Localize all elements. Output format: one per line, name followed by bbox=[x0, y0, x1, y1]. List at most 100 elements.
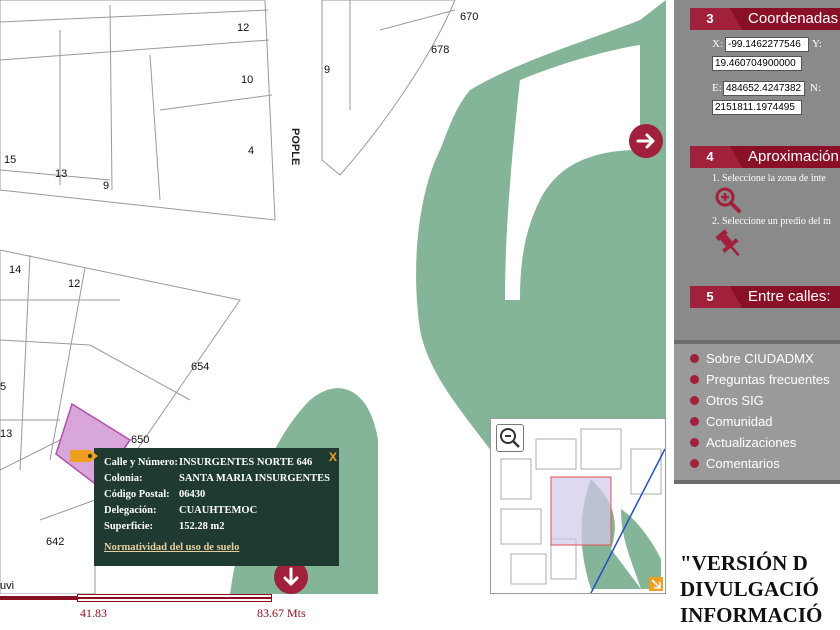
lot-number: 13 bbox=[0, 428, 12, 440]
lot-number: 9 bbox=[324, 64, 330, 76]
section-number: 5 bbox=[690, 286, 730, 308]
bullet-icon bbox=[690, 459, 699, 468]
version-line: DIVULGACIÓ bbox=[680, 577, 819, 601]
scale-segment bbox=[0, 596, 77, 600]
link-comments[interactable]: Comentarios bbox=[690, 455, 780, 473]
y-label: Y: bbox=[812, 38, 822, 50]
scale-bar: 41.83 83.67 Mts bbox=[0, 594, 666, 630]
link-label: Comentarios bbox=[706, 456, 780, 471]
lot-number: 678 bbox=[431, 44, 449, 56]
select-lot-button[interactable] bbox=[712, 228, 746, 265]
info-value: CUAUHTEMOC bbox=[179, 505, 258, 516]
land-use-link[interactable]: Normatividad del uso de suelo bbox=[104, 542, 239, 553]
lot-number: 650 bbox=[131, 434, 149, 446]
zoom-out-icon bbox=[500, 428, 520, 448]
info-row: Superficie: 152.28 m2 bbox=[104, 521, 330, 538]
approx-step-2: 2. Seleccione un predio del m bbox=[712, 216, 831, 227]
tag-icon bbox=[70, 450, 98, 462]
arrow-right-icon bbox=[636, 133, 655, 149]
lot-number: 12 bbox=[68, 278, 80, 290]
street-label: POPLE bbox=[289, 128, 301, 165]
info-value: INSURGENTES NORTE 646 bbox=[179, 457, 313, 468]
site-links: Sobre CIUDADMX Preguntas frecuentes Otro… bbox=[674, 340, 840, 484]
section-coordinates-header[interactable]: 3 Coordenadas bbox=[690, 8, 840, 30]
arrow-down-right-icon bbox=[651, 579, 661, 589]
info-row: Código Postal: 06430 bbox=[104, 489, 330, 506]
link-label: Sobre CIUDADMX bbox=[706, 351, 814, 366]
lot-info-popup: X Calle y Número: INSURGENTES NORTE 646 C… bbox=[70, 448, 339, 566]
zoom-area-button[interactable] bbox=[714, 186, 742, 219]
bullet-icon bbox=[690, 438, 699, 447]
lot-info-table: Calle y Número: INSURGENTES NORTE 646 Col… bbox=[104, 457, 330, 538]
section-number: 3 bbox=[690, 8, 730, 30]
pushpin-icon bbox=[715, 229, 740, 257]
section-title: Coordenadas bbox=[748, 10, 839, 27]
lot-number: 654 bbox=[191, 361, 209, 373]
lot-number: 15 bbox=[4, 154, 16, 166]
section-streets-header[interactable]: 5 Entre calles: bbox=[690, 286, 840, 308]
section-title: Entre calles: bbox=[748, 288, 831, 305]
bullet-icon bbox=[690, 354, 699, 363]
info-row: Colonia: SANTA MARIA INSURGENTES bbox=[104, 473, 330, 490]
version-line: "VERSIÓN D bbox=[680, 551, 808, 575]
block-north-west bbox=[0, 0, 276, 221]
map-view[interactable]: 670 678 12 10 9 4 15 13 9 14 12 654 5 65… bbox=[0, 0, 666, 594]
scale-mid-label: 41.83 bbox=[80, 606, 107, 620]
map-edge-label: uvi bbox=[0, 580, 14, 592]
overview-toggle-button[interactable] bbox=[649, 577, 663, 591]
n-coordinate-input[interactable]: 2151811.1974495 bbox=[712, 100, 802, 115]
e-label: E: bbox=[712, 82, 722, 94]
info-value: SANTA MARIA INSURGENTES bbox=[179, 473, 330, 484]
bullet-icon bbox=[690, 417, 699, 426]
n-label: N: bbox=[810, 82, 821, 94]
version-line: INFORMACIÓ bbox=[680, 603, 823, 627]
overview-map[interactable] bbox=[490, 418, 666, 594]
info-key: Delegación: bbox=[104, 505, 157, 516]
lot-number: 670 bbox=[460, 11, 478, 23]
x-coordinate-input[interactable]: -99.1462277546 bbox=[725, 37, 809, 52]
e-coordinate-input[interactable]: 484652.4247382 bbox=[723, 81, 805, 96]
section-title: Aproximación bbox=[748, 148, 839, 165]
link-updates[interactable]: Actualizaciones bbox=[690, 434, 796, 452]
lot-number: 4 bbox=[248, 145, 254, 157]
link-label: Comunidad bbox=[706, 414, 773, 429]
version-text: "VERSIÓN D DIVULGACIÓ INFORMACIÓ bbox=[680, 550, 840, 628]
lot-number: 12 bbox=[237, 22, 249, 34]
info-value: 152.28 m2 bbox=[179, 521, 225, 532]
info-key: Colonia: bbox=[104, 473, 143, 484]
link-other-sig[interactable]: Otros SIG bbox=[690, 392, 764, 410]
y-coordinate-input[interactable]: 19.460704900000 bbox=[712, 56, 802, 71]
bullet-icon bbox=[690, 375, 699, 384]
scale-end-label: 83.67 Mts bbox=[257, 606, 306, 620]
link-community[interactable]: Comunidad bbox=[690, 413, 773, 431]
info-value: 06430 bbox=[179, 489, 206, 500]
info-key: Superficie: bbox=[104, 521, 153, 532]
lot-number: 642 bbox=[46, 536, 64, 548]
link-about[interactable]: Sobre CIUDADMX bbox=[690, 350, 814, 368]
section-approximation-header[interactable]: 4 Aproximación bbox=[690, 146, 840, 168]
lot-number: 10 bbox=[241, 74, 253, 86]
lot-number: 9 bbox=[103, 180, 109, 192]
info-key: Calle y Número: bbox=[104, 457, 178, 468]
lot-number: 13 bbox=[55, 168, 67, 180]
pan-right-button[interactable] bbox=[629, 124, 663, 158]
info-row: Calle y Número: INSURGENTES NORTE 646 bbox=[104, 457, 330, 474]
link-label: Otros SIG bbox=[706, 393, 764, 408]
zoom-out-button[interactable] bbox=[496, 424, 524, 452]
section-number: 4 bbox=[690, 146, 730, 168]
version-notice: "VERSIÓN D DIVULGACIÓ INFORMACIÓ bbox=[674, 484, 840, 630]
sidebar: 3 Coordenadas X: -99.1462277546 Y: 19.46… bbox=[674, 0, 840, 630]
popup-close-button[interactable]: X bbox=[329, 450, 337, 464]
scale-segment bbox=[77, 594, 272, 602]
lot-number: 5 bbox=[0, 381, 6, 393]
panel-divider bbox=[666, 0, 674, 630]
link-label: Actualizaciones bbox=[706, 435, 797, 450]
zoom-in-icon bbox=[715, 187, 741, 213]
x-label: X: bbox=[712, 38, 723, 50]
approx-step-1: 1. Seleccione la zona de inte bbox=[712, 173, 826, 184]
bullet-icon bbox=[690, 396, 699, 405]
link-faq[interactable]: Preguntas frecuentes bbox=[690, 371, 830, 389]
info-key: Código Postal: bbox=[104, 489, 170, 500]
link-label: Preguntas frecuentes bbox=[706, 372, 830, 387]
lot-number: 14 bbox=[9, 264, 21, 276]
